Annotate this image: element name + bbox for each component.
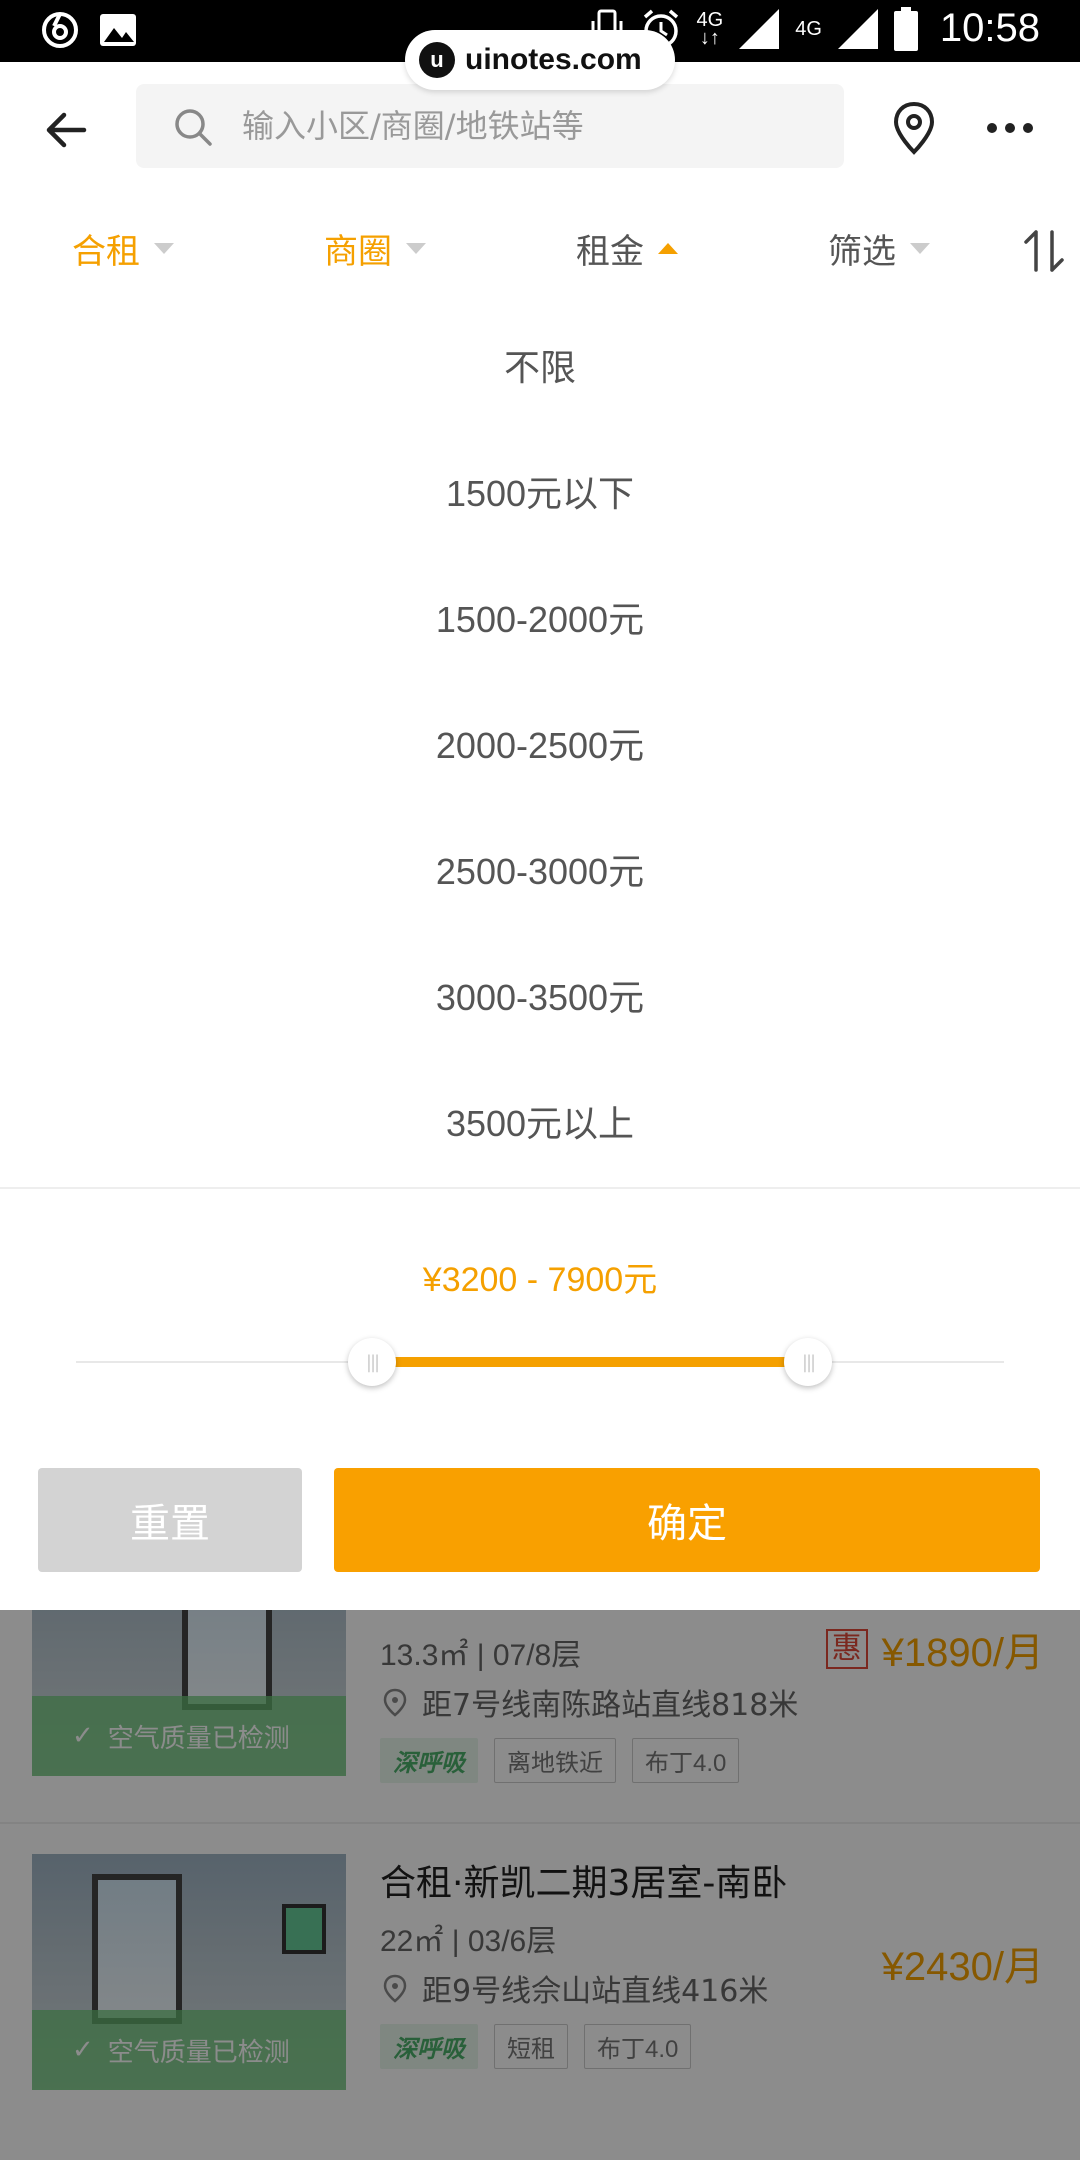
filter-tab-label: 租金	[576, 232, 644, 272]
signal-icon-2	[837, 8, 878, 49]
rent-option-2500-3000[interactable]: 2500-3000元	[0, 806, 1080, 932]
slider-min-handle[interactable]: |||	[348, 1338, 396, 1386]
rent-option-1500-2000[interactable]: 1500-2000元	[0, 554, 1080, 680]
filter-tab-label: 筛选	[828, 232, 896, 272]
watermark-text: uinotes.com	[465, 43, 642, 76]
slider-max-handle[interactable]: |||	[784, 1338, 832, 1386]
back-arrow-icon[interactable]	[40, 100, 100, 160]
reset-button[interactable]: 重置	[38, 1468, 302, 1572]
more-options-icon[interactable]	[980, 98, 1040, 158]
network-indicator-1: 4G ↓↑	[696, 8, 724, 49]
filter-tab-label: 商圈	[324, 232, 392, 272]
search-box[interactable]	[136, 84, 844, 168]
clock: 10:58	[939, 6, 1040, 50]
divider	[0, 1187, 1080, 1189]
price-range-slider[interactable]: ||| |||	[76, 1332, 1004, 1392]
filter-tab-label: 合租	[72, 232, 140, 272]
dim-overlay[interactable]	[0, 1610, 1080, 2160]
rent-option-2000-2500[interactable]: 2000-2500元	[0, 680, 1080, 806]
slider-selected-range	[372, 1357, 808, 1367]
network-indicator-2: 4G	[795, 17, 822, 40]
gallery-icon	[100, 14, 136, 46]
filter-tab-share-type[interactable]: 合租	[72, 224, 174, 273]
rent-option-over-3500[interactable]: 3500元以上	[0, 1058, 1080, 1184]
filter-tab-rent[interactable]: 租金	[576, 224, 678, 273]
location-pin-icon[interactable]	[884, 98, 944, 158]
price-range-label: ¥3200 - 7900元	[422, 1261, 658, 1299]
netease-icon	[42, 12, 78, 48]
caret-down-icon	[406, 243, 426, 254]
confirm-button[interactable]: 确定	[334, 1468, 1040, 1572]
caret-up-icon	[658, 243, 678, 254]
rent-option-under-1500[interactable]: 1500元以下	[0, 428, 1080, 554]
watermark-logo: u	[419, 42, 455, 78]
battery-icon	[893, 6, 918, 51]
caret-down-icon	[910, 243, 930, 254]
filter-tab-business-area[interactable]: 商圈	[324, 224, 426, 273]
watermark: u uinotes.com	[405, 30, 675, 90]
rent-option-3000-3500[interactable]: 3000-3500元	[0, 932, 1080, 1058]
filter-bar: 合租 商圈 租金 筛选	[0, 192, 1080, 302]
filter-tab-more-filters[interactable]: 筛选	[828, 224, 930, 273]
rent-dropdown-panel: 不限 1500元以下 1500-2000元 2000-2500元 2500-30…	[0, 302, 1080, 1610]
signal-icon	[739, 8, 780, 49]
search-input[interactable]	[242, 84, 832, 168]
rent-option-unlimited[interactable]: 不限	[0, 302, 1080, 428]
sort-icon[interactable]	[1020, 226, 1070, 276]
caret-down-icon	[154, 243, 174, 254]
search-icon	[175, 109, 212, 146]
